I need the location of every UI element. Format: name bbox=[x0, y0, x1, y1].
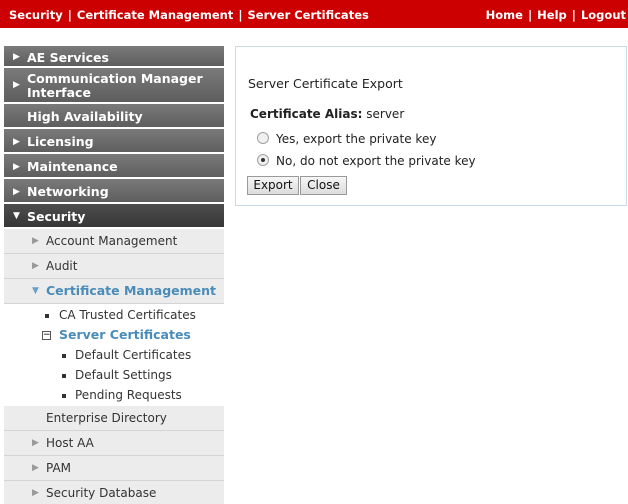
certificate-alias: Certificate Alias: server bbox=[250, 107, 404, 121]
header-separator: | bbox=[571, 8, 576, 22]
sidebar-item-pam[interactable]: ▶ PAM bbox=[4, 456, 224, 481]
chevron-right-icon: ▶ bbox=[32, 463, 39, 473]
chevron-right-icon: ▶ bbox=[13, 137, 20, 147]
chevron-right-icon: ▶ bbox=[32, 261, 39, 271]
sidebar-item-default-certificates[interactable]: Default Certificates bbox=[4, 346, 224, 366]
chevron-right-icon: ▶ bbox=[13, 80, 20, 90]
chevron-right-icon: ▶ bbox=[32, 438, 39, 448]
home-link[interactable]: Home bbox=[486, 8, 523, 22]
sidebar-item-ca-trusted-certificates[interactable]: CA Trusted Certificates bbox=[4, 306, 224, 326]
sidebar-item-label: Licensing bbox=[27, 134, 94, 149]
sidebar-item-label: Certificate Management bbox=[46, 283, 217, 298]
sidebar-item-label: PAM bbox=[46, 461, 72, 475]
sidebar-item-label: Host AA bbox=[46, 436, 94, 450]
sidebar-item-label: Account Management bbox=[46, 234, 178, 248]
sidebar-item-licensing[interactable]: ▶ Licensing bbox=[4, 129, 224, 154]
sidebar-item-label: Maintenance bbox=[27, 159, 118, 174]
sidebar-item-label: Communication Manager bbox=[27, 71, 203, 86]
top-bar: Security | Certificate Management | Server C… bbox=[0, 0, 628, 28]
sidebar-item-pending-requests[interactable]: Pending Requests bbox=[4, 386, 224, 406]
sidebar-item-label: Default Settings bbox=[75, 368, 172, 382]
export-private-key-no-option[interactable]: No, do not export the private key bbox=[257, 154, 476, 168]
sidebar-item-label: High Availability bbox=[27, 109, 143, 124]
sidebar-item-high-availability[interactable]: High Availability bbox=[4, 104, 224, 129]
chevron-right-icon: ▶ bbox=[32, 488, 39, 498]
breadcrumb: Security | Certificate Management | Server C… bbox=[9, 8, 369, 22]
sidebar-item-label: AE Services bbox=[27, 50, 109, 65]
sidebar-item-audit[interactable]: ▶ Audit bbox=[4, 254, 224, 279]
breadcrumb-separator: | bbox=[238, 8, 243, 22]
sidebar-item-label: Security Database bbox=[46, 486, 157, 500]
certificate-alias-value: server bbox=[366, 107, 405, 121]
sidebar-item-label: CA Trusted Certificates bbox=[59, 308, 196, 322]
export-panel: Server Certificate Export Certificate Al… bbox=[235, 46, 627, 206]
sidebar-item-maintenance[interactable]: ▶ Maintenance bbox=[4, 154, 224, 179]
sidebar-item-security[interactable]: ▼ Security bbox=[4, 204, 224, 229]
breadcrumb-server-certificates[interactable]: Server Certificates bbox=[248, 8, 369, 22]
chevron-down-icon: ▼ bbox=[13, 211, 20, 221]
sidebar-item-label: Security bbox=[27, 209, 86, 224]
export-button[interactable]: Export bbox=[247, 176, 299, 195]
header-links: Home | Help | Logout bbox=[486, 8, 626, 22]
bullet-icon bbox=[62, 354, 66, 358]
sidebar-item-account-management[interactable]: ▶ Account Management bbox=[4, 229, 224, 254]
header-separator: | bbox=[527, 8, 533, 22]
option-label: Yes, export the private key bbox=[276, 132, 437, 146]
sidebar-item-enterprise-directory[interactable]: Enterprise Directory bbox=[4, 406, 224, 431]
chevron-down-icon: ▼ bbox=[32, 286, 39, 296]
radio-unchecked-icon[interactable] bbox=[257, 132, 269, 144]
chevron-right-icon: ▶ bbox=[32, 236, 39, 246]
sidebar-item-label: Networking bbox=[27, 184, 109, 199]
sidebar-item-label: Audit bbox=[46, 259, 78, 273]
help-link[interactable]: Help bbox=[537, 8, 567, 22]
chevron-right-icon: ▶ bbox=[13, 52, 20, 62]
sidebar-item-certificate-management[interactable]: ▼ Certificate Management bbox=[4, 279, 224, 304]
sidebar-item-default-settings[interactable]: Default Settings bbox=[4, 366, 224, 386]
export-private-key-yes-option[interactable]: Yes, export the private key bbox=[257, 132, 436, 146]
sidebar-item-label: Default Certificates bbox=[75, 348, 192, 362]
radio-checked-icon[interactable] bbox=[257, 154, 269, 166]
sidebar-item-label: Enterprise Directory bbox=[46, 411, 167, 425]
sidebar-item-host-aa[interactable]: ▶ Host AA bbox=[4, 431, 224, 456]
sidebar-item-label: Server Certificates bbox=[59, 327, 191, 342]
certificate-alias-label: Certificate Alias: bbox=[250, 107, 363, 121]
bullet-icon bbox=[45, 314, 49, 318]
sidebar-item-security-database[interactable]: ▶ Security Database bbox=[4, 481, 224, 504]
logout-link[interactable]: Logout bbox=[581, 8, 626, 22]
sidebar-item-ae-services[interactable]: ▶ AE Services bbox=[4, 46, 224, 68]
sidebar-nav: ▶ AE Services ▶ Communication Manager In… bbox=[4, 46, 224, 504]
sidebar-item-communication-manager-interface[interactable]: ▶ Communication Manager Interface bbox=[4, 68, 224, 104]
page-title: Server Certificate Export bbox=[248, 76, 403, 91]
breadcrumb-separator: | bbox=[67, 8, 72, 22]
sidebar-item-networking[interactable]: ▶ Networking bbox=[4, 179, 224, 204]
collapse-icon[interactable]: − bbox=[42, 331, 51, 340]
bullet-icon bbox=[62, 374, 66, 378]
close-button[interactable]: Close bbox=[300, 176, 347, 195]
bullet-icon bbox=[62, 394, 66, 398]
breadcrumb-security[interactable]: Security bbox=[9, 8, 63, 22]
option-label: No, do not export the private key bbox=[276, 154, 476, 168]
sidebar-item-label: Interface bbox=[27, 85, 91, 100]
chevron-right-icon: ▶ bbox=[13, 187, 20, 197]
sidebar-item-server-certificates[interactable]: − Server Certificates bbox=[4, 326, 224, 346]
chevron-right-icon: ▶ bbox=[13, 162, 20, 172]
breadcrumb-certificate-management[interactable]: Certificate Management bbox=[77, 8, 233, 22]
sidebar-item-label: Pending Requests bbox=[75, 388, 182, 402]
